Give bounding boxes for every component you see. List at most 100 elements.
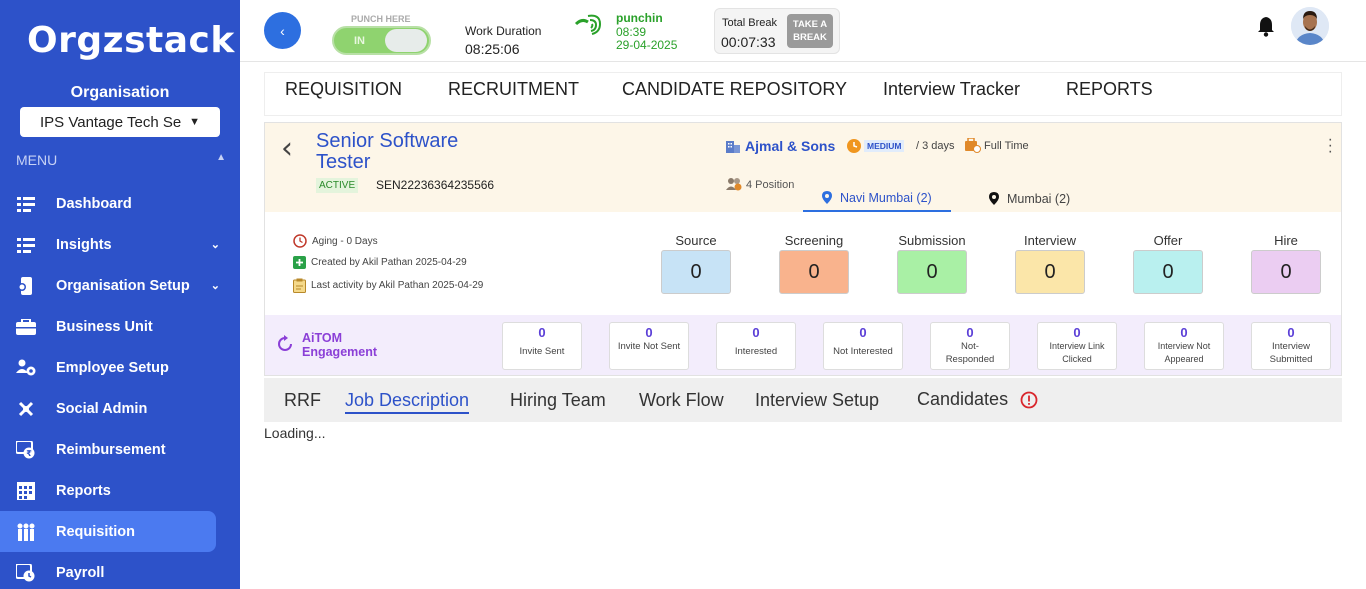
location-pin-icon xyxy=(989,192,999,205)
tab-interview-setup[interactable]: Interview Setup xyxy=(755,390,879,411)
engagement-label: Not Interested xyxy=(833,346,893,357)
org-setup-icon xyxy=(16,276,36,296)
engagement-label: Invite Not Sent xyxy=(617,341,681,352)
engagement-invite-not-sent[interactable]: 0 Invite Not Sent xyxy=(609,322,689,370)
sidebar-item-label: Reimbursement xyxy=(56,441,166,458)
tab-work-flow[interactable]: Work Flow xyxy=(639,390,724,411)
engagement-label: Interview Submitted xyxy=(1269,341,1313,365)
main-nav: REQUISITION RECRUITMENT CANDIDATE REPOSI… xyxy=(264,72,1342,116)
sidebar-item-business-unit[interactable]: Business Unit xyxy=(0,306,216,347)
engagement-label: Interested xyxy=(734,346,778,357)
nav-recruitment[interactable]: RECRUITMENT xyxy=(448,79,579,100)
take-break-button[interactable]: TAKE A BREAK xyxy=(787,14,833,48)
stage-count: 0 xyxy=(1251,250,1321,294)
location-tab-navi-mumbai[interactable]: Navi Mumbai (2) xyxy=(803,185,951,212)
sidebar-item-employee-setup[interactable]: Employee Setup xyxy=(0,347,216,388)
engagement-interview-not-appeared[interactable]: 0 Interview Not Appeared xyxy=(1144,322,1224,370)
stage-hire[interactable]: Hire 0 xyxy=(1251,233,1321,294)
punchin-time: 08:39 xyxy=(616,25,647,39)
job-code: SEN22236364235566 xyxy=(376,178,495,192)
collapse-sidebar-button[interactable]: ‹ xyxy=(264,12,301,49)
tab-candidates[interactable]: Candidates xyxy=(917,389,1008,410)
stage-label: Offer xyxy=(1153,233,1183,248)
sidebar-item-organisation-setup[interactable]: Organisation Setup ⌄ xyxy=(0,265,220,306)
menu-header[interactable]: MENU ▲ xyxy=(16,152,226,168)
stage-label: Source xyxy=(675,233,717,248)
sidebar-item-label: Business Unit xyxy=(56,318,153,335)
sidebar-item-dashboard[interactable]: Dashboard xyxy=(0,183,216,224)
stage-interview[interactable]: Interview 0 xyxy=(1015,233,1085,294)
chevron-up-icon: ▲ xyxy=(216,152,226,163)
stage-count: 0 xyxy=(1133,250,1203,294)
sidebar-item-social-admin[interactable]: Social Admin xyxy=(0,388,216,429)
stage-offer[interactable]: Offer 0 xyxy=(1133,233,1203,294)
organisation-select[interactable]: IPS Vantage Tech Se ▼ xyxy=(20,107,220,137)
stage-submission[interactable]: Submission 0 xyxy=(897,233,967,294)
punch-state: IN xyxy=(354,35,365,47)
stage-label: Hire xyxy=(1274,233,1298,248)
engagement-invite-sent[interactable]: 0 Invite Sent xyxy=(502,322,582,370)
chevron-left-icon: ‹ xyxy=(280,22,285,39)
sidebar-item-reimbursement[interactable]: ₹ Reimbursement xyxy=(0,429,216,470)
building-icon xyxy=(726,141,740,153)
nav-candidate-repository[interactable]: CANDIDATE REPOSITORY xyxy=(622,79,847,100)
orgzstack-logo: Orgzstack xyxy=(27,20,235,61)
stage-screening[interactable]: Screening 0 xyxy=(779,233,849,294)
stage-count: 0 xyxy=(1015,250,1085,294)
stage-count: 0 xyxy=(897,250,967,294)
engagement-count: 0 xyxy=(1287,325,1295,340)
sidebar-item-payroll[interactable]: Payroll xyxy=(0,552,216,589)
aging-info: Aging - 0 Days xyxy=(293,234,378,248)
engagement-count: 0 xyxy=(752,325,760,340)
stage-label: Screening xyxy=(784,233,844,248)
nav-reports[interactable]: REPORTS xyxy=(1066,79,1153,100)
organisation-select-value: IPS Vantage Tech Se xyxy=(40,113,182,131)
engagement-interview-submitted[interactable]: 0 Interview Submitted xyxy=(1251,322,1331,370)
back-arrow-icon[interactable]: ‹ xyxy=(281,131,293,166)
user-avatar[interactable] xyxy=(1291,7,1329,45)
briefcase-icon xyxy=(16,317,36,337)
organisation-label: Organisation xyxy=(70,84,170,101)
chevron-down-icon: ▼ xyxy=(189,116,200,128)
dashboard-icon xyxy=(16,194,36,214)
last-activity-info: Last activity by Akil Pathan 2025-04-29 xyxy=(293,278,483,293)
location-tab-mumbai[interactable]: Mumbai (2) xyxy=(989,185,1070,212)
more-options-icon[interactable]: · · · xyxy=(1328,132,1333,160)
sidebar-item-reports[interactable]: Reports xyxy=(0,470,216,511)
chevron-down-icon: ⌄ xyxy=(210,280,220,292)
sidebar-item-requisition[interactable]: Requisition xyxy=(0,511,216,552)
nav-interview-tracker[interactable]: Interview Tracker xyxy=(883,79,1020,100)
sidebar-item-label: Dashboard xyxy=(56,195,132,212)
sidebar-item-label: Social Admin xyxy=(56,400,148,417)
punchin-label: punchin xyxy=(616,11,663,25)
sidebar-item-label: Payroll xyxy=(56,564,105,581)
clock-icon xyxy=(847,139,861,158)
social-icon xyxy=(16,399,36,419)
clipboard-icon xyxy=(293,278,306,293)
engagement-interested[interactable]: 0 Interested xyxy=(716,322,796,370)
sidebar-menu: Dashboard Insights ⌄ Organisation Setup … xyxy=(0,183,240,589)
notification-bell-icon[interactable] xyxy=(1256,15,1276,42)
tab-hiring-team[interactable]: Hiring Team xyxy=(510,390,606,411)
punch-toggle[interactable]: IN xyxy=(332,26,431,55)
nav-requisition[interactable]: REQUISITION xyxy=(285,79,402,100)
sidebar-item-label: Reports xyxy=(56,482,111,499)
total-break-value: 00:07:33 xyxy=(721,34,776,50)
job-title: Senior Software Tester xyxy=(316,130,459,173)
aitom-engagement-panel: AiTOM Engagement 0 Invite Sent 0 Invite … xyxy=(265,315,1341,375)
employment-type: Full Time xyxy=(984,140,1029,152)
chevron-down-icon: ⌄ xyxy=(210,239,220,251)
engagement-count: 0 xyxy=(966,325,974,340)
total-break-label: Total Break xyxy=(722,17,778,29)
tab-rrf[interactable]: RRF xyxy=(284,390,321,411)
company: Ajmal & Sons xyxy=(726,138,835,154)
sidebar-item-insights[interactable]: Insights ⌄ xyxy=(0,224,220,265)
engagement-label: Interview Link Clicked xyxy=(1049,341,1105,364)
location-label: Navi Mumbai (2) xyxy=(840,190,932,205)
engagement-interview-link-clicked[interactable]: 0 Interview Link Clicked xyxy=(1037,322,1117,370)
tab-job-description[interactable]: Job Description xyxy=(345,390,470,414)
stage-source[interactable]: Source 0 xyxy=(661,233,731,294)
location-pin-icon xyxy=(822,191,832,204)
engagement-not-interested[interactable]: 0 Not Interested xyxy=(823,322,903,370)
engagement-not-responded[interactable]: 0 Not-Responded xyxy=(930,322,1010,370)
